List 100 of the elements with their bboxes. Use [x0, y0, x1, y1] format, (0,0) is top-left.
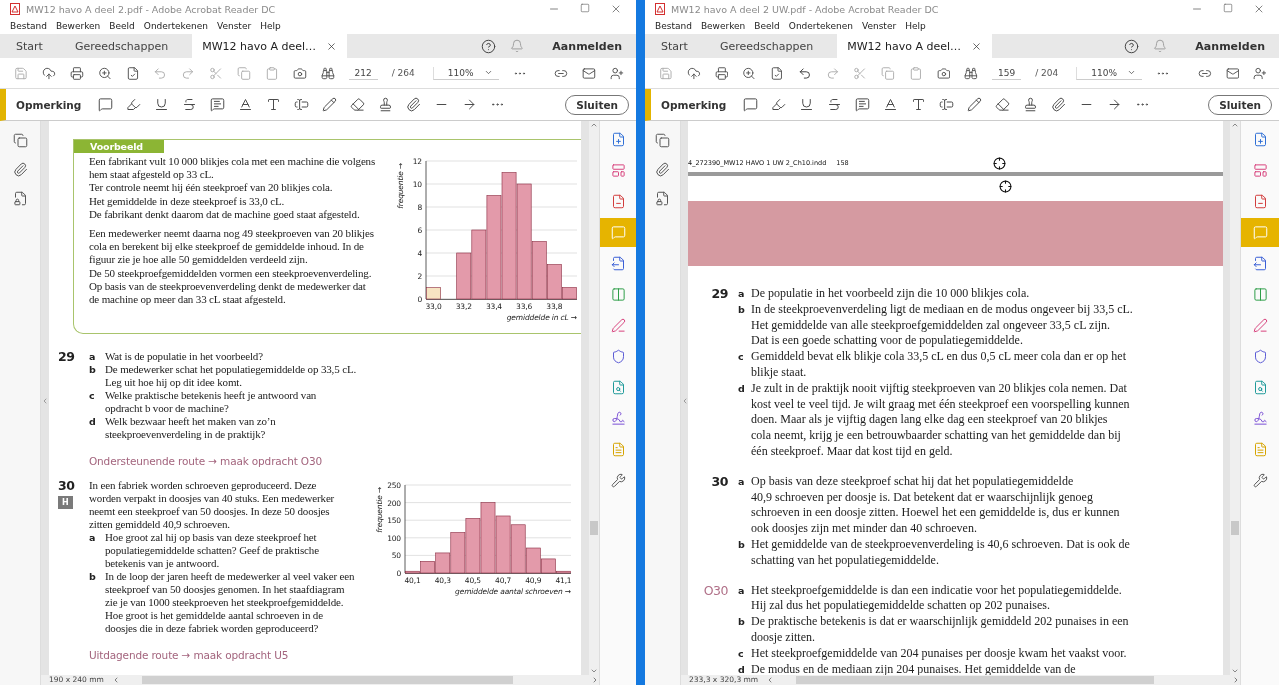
- menu-item[interactable]: Ondertekenen: [788, 21, 853, 31]
- layout-icon[interactable]: [1252, 163, 1268, 178]
- close-button[interactable]: Sluiten: [1208, 94, 1272, 115]
- file-export-icon[interactable]: [1252, 256, 1268, 271]
- pencil-icon[interactable]: [322, 97, 338, 112]
- pages-icon[interactable]: [655, 133, 670, 148]
- shield-icon[interactable]: [610, 349, 626, 364]
- text-box-icon[interactable]: [939, 97, 955, 112]
- stamp-icon[interactable]: [378, 97, 394, 112]
- menu-item[interactable]: Beeld: [754, 21, 780, 31]
- insert-text-icon[interactable]: [238, 97, 254, 112]
- cloud-upload-icon[interactable]: [686, 65, 701, 81]
- pages-icon[interactable]: [12, 133, 28, 148]
- maximize-icon[interactable]: [580, 3, 590, 13]
- stamp-icon[interactable]: [1023, 97, 1039, 112]
- close-icon[interactable]: [326, 40, 338, 52]
- text-box-icon[interactable]: [294, 97, 310, 112]
- text-comment-icon[interactable]: [210, 97, 226, 112]
- save-icon[interactable]: [659, 65, 673, 81]
- scrollbar-thumb[interactable]: [1231, 521, 1239, 535]
- file-lock-icon[interactable]: [12, 191, 28, 206]
- comment-icon[interactable]: [98, 97, 114, 112]
- menu-item[interactable]: Venster: [862, 21, 897, 31]
- pencil-icon[interactable]: [967, 97, 983, 112]
- file-minus-icon[interactable]: [610, 194, 626, 209]
- clipboard-icon[interactable]: [264, 65, 279, 81]
- scroll-up-icon[interactable]: [1231, 121, 1239, 129]
- highlighter-icon[interactable]: [126, 97, 142, 112]
- layout-icon[interactable]: [610, 163, 626, 178]
- copy-icon[interactable]: [881, 65, 895, 81]
- highlighter-icon[interactable]: [771, 97, 787, 112]
- sign-in-link[interactable]: Aanmelden: [552, 39, 622, 53]
- file-check-icon[interactable]: [125, 65, 140, 81]
- scroll-right-icon[interactable]: [591, 676, 599, 684]
- signature-icon[interactable]: [610, 411, 626, 426]
- clipboard-icon[interactable]: [908, 65, 923, 81]
- search-icon[interactable]: [97, 65, 112, 81]
- eraser-icon[interactable]: [995, 97, 1011, 112]
- undo-icon[interactable]: [797, 65, 812, 81]
- underline-icon[interactable]: [154, 97, 170, 112]
- scrollbar-thumb[interactable]: [590, 521, 598, 535]
- add-user-icon[interactable]: [610, 65, 624, 81]
- page-number-field[interactable]: 159: [992, 66, 1022, 80]
- menu-item[interactable]: Venster: [217, 21, 252, 31]
- close-icon[interactable]: [971, 40, 983, 52]
- file-check-icon[interactable]: [770, 65, 784, 81]
- attachment-icon[interactable]: [655, 162, 670, 177]
- strikethrough-icon[interactable]: [182, 97, 198, 112]
- collapse-left-icon[interactable]: [41, 397, 49, 405]
- cloud-upload-icon[interactable]: [41, 65, 56, 81]
- file-search-icon[interactable]: [610, 380, 626, 395]
- page-number-field[interactable]: 212: [348, 66, 378, 80]
- wrench-icon[interactable]: [610, 473, 626, 488]
- attach-icon[interactable]: [406, 97, 422, 112]
- menu-item[interactable]: Beeld: [109, 21, 135, 31]
- tab[interactable]: Start: [645, 34, 704, 58]
- text-icon[interactable]: [911, 97, 927, 112]
- sign-in-link[interactable]: Aanmelden: [1195, 39, 1265, 53]
- menu-item[interactable]: Help: [260, 21, 281, 31]
- save-icon[interactable]: [14, 65, 28, 81]
- menu-item[interactable]: Bewerken: [700, 21, 746, 31]
- print-icon[interactable]: [69, 65, 84, 81]
- caret-icon[interactable]: [1127, 68, 1136, 77]
- scroll-right-icon[interactable]: [1232, 676, 1240, 684]
- mail-icon[interactable]: [582, 65, 597, 81]
- tab[interactable]: MW12 havo A deel…: [192, 34, 348, 58]
- shield-icon[interactable]: [1252, 349, 1268, 364]
- binoculars-icon[interactable]: [320, 65, 335, 81]
- file-plus-icon[interactable]: [1252, 132, 1268, 147]
- eraser-icon[interactable]: [350, 97, 366, 112]
- file-search-icon[interactable]: [1252, 380, 1268, 395]
- pen-icon[interactable]: [610, 318, 626, 333]
- close-icon[interactable]: [610, 3, 622, 15]
- file-export-icon[interactable]: [610, 256, 626, 271]
- text-icon[interactable]: [266, 97, 282, 112]
- close-icon[interactable]: [1253, 3, 1265, 15]
- arrow-icon[interactable]: [462, 97, 478, 112]
- attachment-icon[interactable]: [12, 162, 28, 177]
- menu-item[interactable]: Ondertekenen: [143, 21, 208, 31]
- strikethrough-icon[interactable]: [827, 97, 843, 112]
- file-lock-icon[interactable]: [655, 191, 670, 206]
- collapse-left-icon[interactable]: [681, 397, 689, 405]
- tab[interactable]: MW12 havo A deel…: [837, 34, 993, 58]
- scrollbar-thumb[interactable]: [141, 676, 513, 684]
- camera-icon[interactable]: [292, 65, 307, 81]
- tab[interactable]: Gereedschappen: [58, 34, 185, 58]
- help-icon[interactable]: [481, 38, 497, 54]
- file-plus-icon[interactable]: [610, 132, 626, 147]
- maximize-icon[interactable]: [1223, 3, 1233, 13]
- scroll-down-icon[interactable]: [1231, 667, 1239, 675]
- insert-text-icon[interactable]: [883, 97, 899, 112]
- scroll-down-icon[interactable]: [590, 667, 598, 675]
- comment-icon[interactable]: [743, 97, 759, 112]
- caret-icon[interactable]: [483, 68, 493, 77]
- file-minus-icon[interactable]: [1252, 194, 1268, 209]
- columns-icon[interactable]: [610, 287, 626, 302]
- menu-item[interactable]: Bestand: [655, 21, 692, 31]
- menu-item[interactable]: Bewerken: [55, 21, 101, 31]
- tab[interactable]: Start: [0, 34, 59, 58]
- close-button[interactable]: Sluiten: [565, 94, 629, 115]
